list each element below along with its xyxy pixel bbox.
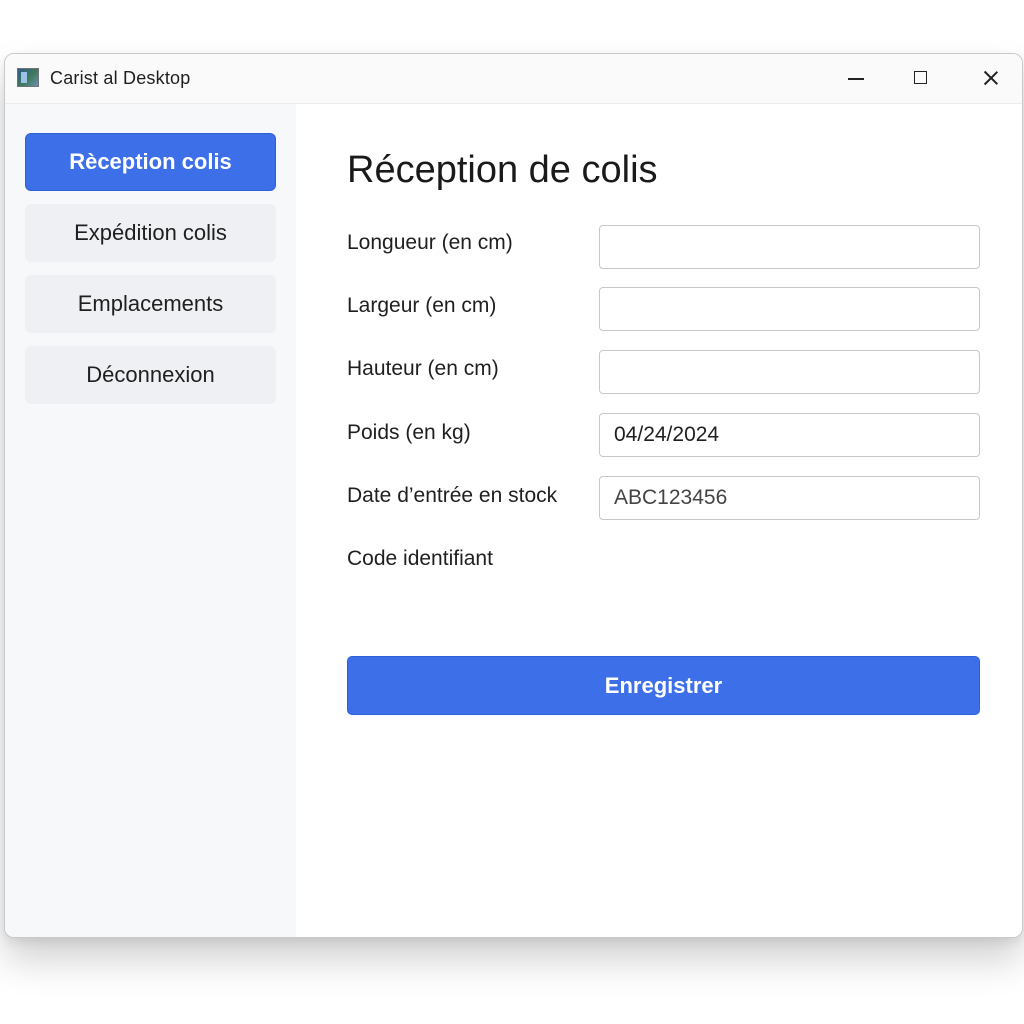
title-bar[interactable]: Carist al Desktop	[5, 54, 1022, 104]
code-identifiant-label: Code identifiant	[347, 547, 493, 570]
longueur-label: Longueur (en cm)	[347, 231, 513, 254]
date-entree-label: Date d’entrée en stock	[347, 484, 558, 507]
close-button[interactable]	[960, 54, 1020, 103]
hauteur-label: Hauteur (en cm)	[347, 357, 499, 380]
save-button[interactable]: Enregistrer	[347, 656, 980, 715]
longueur-field[interactable]	[599, 225, 980, 269]
largeur-label: Largeur (en cm)	[347, 294, 497, 317]
minimize-button[interactable]	[826, 54, 886, 103]
sidebar-item-reception-colis[interactable]: Rèception colis	[25, 133, 276, 191]
sidebar-item-label: Emplacements	[77, 291, 224, 316]
main-content: Réception de colis Longueur (en cm) Larg…	[296, 104, 1022, 937]
minimize-icon	[848, 78, 864, 80]
sidebar-item-label: Déconnexion	[86, 362, 215, 387]
maximize-icon	[914, 71, 927, 84]
sidebar-item-label: Expédition colis	[74, 220, 227, 245]
sidebar-item-label: Rèception colis	[69, 149, 232, 174]
page-title: Réception de colis	[347, 149, 658, 191]
sidebar-item-deconnexion[interactable]: Déconnexion	[25, 346, 276, 404]
app-window-icon	[17, 68, 39, 87]
window-title: Carist al Desktop	[50, 68, 191, 88]
largeur-field[interactable]	[599, 287, 980, 331]
close-icon	[982, 69, 1000, 87]
poids-label: Poids (en kg)	[347, 421, 471, 444]
hauteur-field[interactable]	[599, 350, 980, 394]
sidebar: Rèception colis Expédition colis Emplace…	[5, 104, 296, 937]
maximize-button[interactable]	[892, 54, 952, 103]
poids-field[interactable]	[599, 413, 980, 457]
date-entree-field[interactable]	[599, 476, 980, 520]
sidebar-item-emplacements[interactable]: Emplacements	[25, 275, 276, 333]
app-window: Carist al Desktop Rèception colis Expédi…	[4, 53, 1023, 938]
sidebar-item-expedition-colis[interactable]: Expédition colis	[25, 204, 276, 262]
